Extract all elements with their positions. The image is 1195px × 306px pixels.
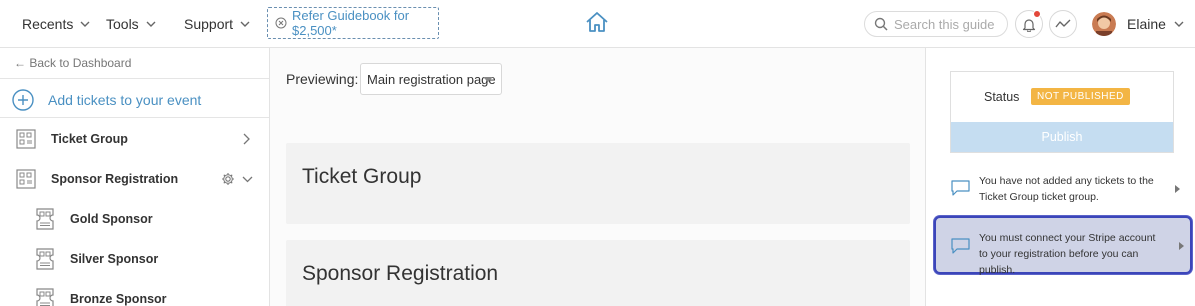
user-menu[interactable]: Elaine [1092,12,1184,36]
publish-button[interactable]: Publish [951,122,1173,152]
home-icon[interactable] [585,11,609,38]
refer-guidebook-button[interactable]: Refer Guidebook for $2,500* [267,7,439,39]
tools-menu-label: Tools [106,16,139,32]
chevron-right-icon[interactable] [243,133,250,145]
divider [0,117,269,118]
section-ticket-group: Ticket Group [286,143,910,224]
sidebar-subitem-gold-sponsor[interactable]: Gold Sponsor [0,199,269,239]
preview-page-select[interactable]: Main registration page [360,63,502,95]
search-placeholder: Search this guide [894,16,995,32]
sidebar: ← Back to Dashboard Add tickets to your … [0,48,270,306]
warning-text: You have not added any tickets to the Ti… [979,175,1154,203]
speech-bubble-icon [951,180,970,197]
form-grid-icon [16,129,36,149]
search-icon [874,17,888,31]
sidebar-item-label: Sponsor Registration [51,172,179,186]
activity-button[interactable] [1049,10,1077,38]
warning-item-stripe[interactable]: You must connect your Stripe account to … [934,216,1192,276]
section-title: Sponsor Registration [302,262,499,285]
support-menu-label: Support [184,16,234,32]
sidebar-item-label: Ticket Group [51,132,128,146]
avatar [1092,12,1116,36]
chevron-down-icon[interactable] [242,176,253,183]
recents-menu[interactable]: Recents [22,0,90,48]
gear-icon[interactable] [221,172,235,186]
section-sponsor-registration: Sponsor Registration [286,240,910,306]
caret-right-icon [1175,185,1180,193]
caret-down-icon [483,77,493,82]
sidebar-subitem-label: Silver Sponsor [70,252,159,266]
divider [0,78,269,79]
ticket-icon [35,208,55,230]
ticket-icon [35,248,55,270]
support-menu[interactable]: Support [184,0,250,48]
previewing-label: Previewing: [286,71,359,87]
sidebar-subitem-label: Gold Sponsor [70,212,153,226]
section-title: Ticket Group [302,165,422,188]
notification-dot [1033,10,1041,18]
form-grid-icon [16,169,36,189]
bell-icon [1022,17,1036,32]
ticket-icon [35,288,55,306]
chevron-down-icon [146,21,156,27]
notifications-button[interactable] [1015,10,1043,38]
recents-menu-label: Recents [22,16,74,32]
chevron-down-icon [80,21,90,27]
search-input[interactable]: Search this guide [864,11,1008,37]
warning-item-tickets[interactable]: You have not added any tickets to the Ti… [939,162,1189,218]
preview-area: Previewing: Main registration page Ticke… [270,48,925,306]
activity-chart-icon [1055,19,1071,29]
chevron-down-icon [1174,21,1184,27]
chevron-down-icon [240,21,250,27]
back-to-dashboard-link[interactable]: ← Back to Dashboard [14,56,131,70]
publish-panel: Status NOT PUBLISHED Publish You have no… [925,48,1195,306]
caret-right-icon [1179,242,1184,250]
tools-menu[interactable]: Tools [106,0,156,48]
speech-bubble-icon [951,238,970,255]
sidebar-subitem-bronze-sponsor[interactable]: Bronze Sponsor [0,279,269,306]
add-tickets-label: Add tickets to your event [48,92,202,108]
status-box: Status NOT PUBLISHED Publish [950,71,1174,153]
top-navigation-bar: Recents Tools Support Refer Guidebook fo… [0,0,1195,48]
status-label: Status [984,90,1020,104]
warning-text: You must connect your Stripe account to … [979,232,1156,276]
sidebar-item-ticket-group[interactable]: Ticket Group [0,119,269,159]
sidebar-subitem-label: Bronze Sponsor [70,292,167,306]
close-circle-icon[interactable] [275,17,287,29]
refer-label: Refer Guidebook for $2,500* [292,8,410,38]
plus-circle-icon [12,89,34,111]
sidebar-subitem-silver-sponsor[interactable]: Silver Sponsor [0,239,269,279]
sidebar-item-sponsor-registration[interactable]: Sponsor Registration [0,159,269,199]
status-badge: NOT PUBLISHED [1031,88,1130,105]
preview-select-value: Main registration page [367,71,496,87]
add-tickets-button[interactable]: Add tickets to your event [12,89,201,111]
user-name: Elaine [1127,16,1166,32]
